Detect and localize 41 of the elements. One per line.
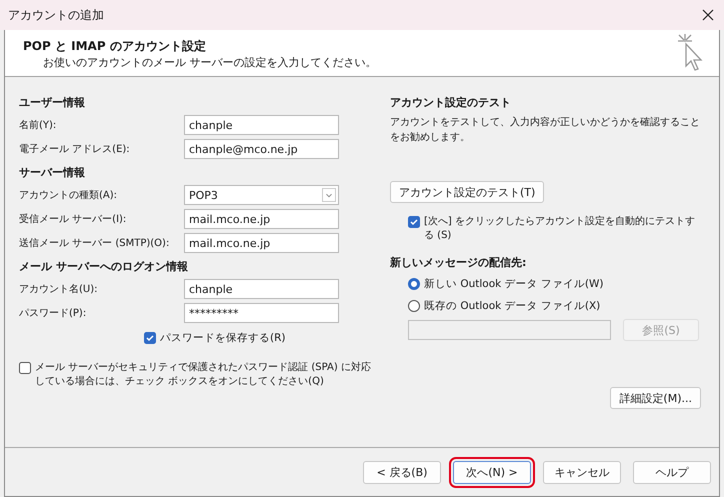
input-field[interactable]: mail.mco.ne.jp [184, 233, 339, 253]
checkbox[interactable] [408, 216, 420, 228]
field-label: 受信メール サーバー(I): [19, 212, 128, 226]
checkbox-label: [次へ] をクリックしたらアカウント設定を自動的にテストする (S) [424, 215, 696, 243]
checkbox-label: メール サーバーがセキュリティで保護されたパスワード認証 (SPA) に対応している場合には、チェック ボックスをオンにしてください(Q) [35, 361, 372, 389]
field-label: 名前(Y): [19, 119, 58, 132]
dialog-button[interactable]: キャンセル [543, 460, 621, 484]
input-field[interactable]: chanple@mco.ne.jp [184, 139, 339, 159]
checkbox-label: パスワードを保存する(R) [160, 331, 286, 345]
chevron-down-icon [322, 188, 336, 202]
test-account-button[interactable]: アカウント設定のテスト(T) [390, 181, 544, 203]
field-label: アカウントの種類(A): [19, 188, 118, 202]
section-heading: サーバー情報 [19, 164, 86, 180]
radio-label: 既存の Outlook データ ファイル(X) [424, 299, 600, 313]
window-title: アカウントの追加 [8, 6, 104, 24]
field-label: 送信メール サーバー (SMTP)(O): [19, 237, 170, 250]
radio-button[interactable] [408, 300, 420, 312]
file-path-field[interactable] [408, 320, 611, 340]
radio-label: 新しい Outlook データ ファイル(W) [424, 277, 604, 291]
input-field[interactable]: chanple [184, 279, 339, 299]
checkbox[interactable] [144, 332, 156, 344]
input-field[interactable]: mail.mco.ne.jp [184, 209, 339, 229]
input-field[interactable]: chanple [184, 115, 339, 135]
description-text: アカウントをテストして、入力内容が正しいかどうかを確認することをお勧めします。 [390, 116, 701, 145]
section-heading: アカウント設定のテスト [390, 94, 512, 110]
advanced-settings-button[interactable]: 詳細設定(M)... [610, 387, 701, 409]
dialog-button[interactable]: ヘルプ [633, 460, 711, 484]
close-icon[interactable] [702, 9, 714, 21]
section-heading: メール サーバーへのログオン情報 [19, 258, 189, 274]
checkbox[interactable] [19, 362, 31, 374]
header-subtitle: お使いのアカウントのメール サーバーの設定を入力してください。 [43, 55, 376, 70]
field-label: 電子メール アドレス(E): [19, 143, 131, 156]
header-title: POP と IMAP のアカウント設定 [23, 38, 207, 55]
account-type-dropdown[interactable]: POP3 [184, 185, 339, 205]
field-label: アカウント名(U): [19, 283, 98, 296]
radio-button[interactable] [408, 278, 420, 290]
field-label: パスワード(P): [19, 307, 88, 320]
section-heading: 新しいメッセージの配信先: [390, 254, 528, 270]
dialog-button[interactable]: < 戻る(B) [363, 460, 441, 484]
password-field[interactable]: ********* [184, 303, 339, 323]
section-heading: ユーザー情報 [19, 94, 86, 110]
